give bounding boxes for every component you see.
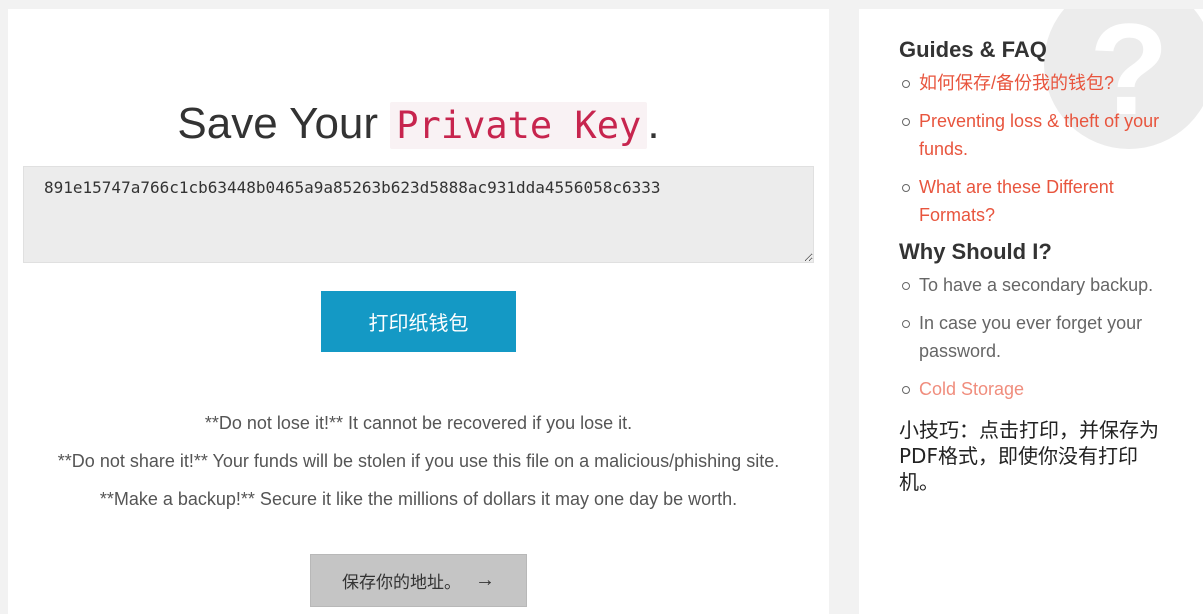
guides-heading: Guides & FAQ xyxy=(899,37,1047,62)
save-address-button[interactable]: 保存你的地址。 → xyxy=(310,554,527,607)
print-paper-wallet-button[interactable]: 打印纸钱包 xyxy=(321,291,516,352)
page-title: Save Your Private Key. xyxy=(8,99,829,149)
title-prefix: Save Your xyxy=(177,99,379,148)
print-tip: 小技巧：点击打印，并保存为PDF格式，即使你没有打印机。 xyxy=(899,418,1159,494)
warnings: **Do not lose it!** It cannot be recover… xyxy=(8,412,829,526)
sidebar: ? Guides & FAQ 如何保存/备份我的钱包? Preventing l… xyxy=(859,9,1203,614)
why-item-forget-password: In case you ever forget your password. xyxy=(919,313,1143,361)
warning-do-not-share: **Do not share it!** Your funds will be … xyxy=(57,451,780,471)
list-item: To have a secondary backup. xyxy=(902,271,1164,299)
title-suffix: . xyxy=(647,99,660,148)
warning-do-not-lose: **Do not lose it!** It cannot be recover… xyxy=(204,413,633,433)
why-item-secondary-backup: To have a secondary backup. xyxy=(919,275,1154,295)
guides-list: 如何保存/备份我的钱包? Preventing loss & theft of … xyxy=(899,69,1164,229)
private-key-textarea[interactable]: 891e15747a766c1cb63448b0465a9a85263b623d… xyxy=(23,166,814,263)
warning-make-backup: **Make a backup!** Secure it like the mi… xyxy=(99,489,738,509)
list-item: Preventing loss & theft of your funds. xyxy=(902,107,1164,163)
guide-link-backup[interactable]: 如何保存/备份我的钱包? xyxy=(919,73,1114,93)
sidebar-content: Guides & FAQ 如何保存/备份我的钱包? Preventing los… xyxy=(899,37,1164,495)
arrow-right-icon: → xyxy=(475,569,495,591)
list-item: Cold Storage xyxy=(902,375,1164,403)
save-address-label: 保存你的地址。 xyxy=(342,573,461,592)
guide-link-formats[interactable]: What are these Different Formats? xyxy=(919,177,1114,225)
guide-link-prevent-loss[interactable]: Preventing loss & theft of your funds. xyxy=(919,111,1159,159)
why-list: To have a secondary backup. In case you … xyxy=(899,271,1164,403)
save-private-key-panel: Save Your Private Key. 891e15747a766c1cb… xyxy=(8,9,829,614)
title-code: Private Key xyxy=(390,102,648,149)
cold-storage-link[interactable]: Cold Storage xyxy=(919,379,1024,399)
list-item: In case you ever forget your password. xyxy=(902,309,1164,365)
list-item: What are these Different Formats? xyxy=(902,173,1164,229)
list-item: 如何保存/备份我的钱包? xyxy=(902,69,1164,97)
why-heading: Why Should I? xyxy=(899,239,1052,264)
